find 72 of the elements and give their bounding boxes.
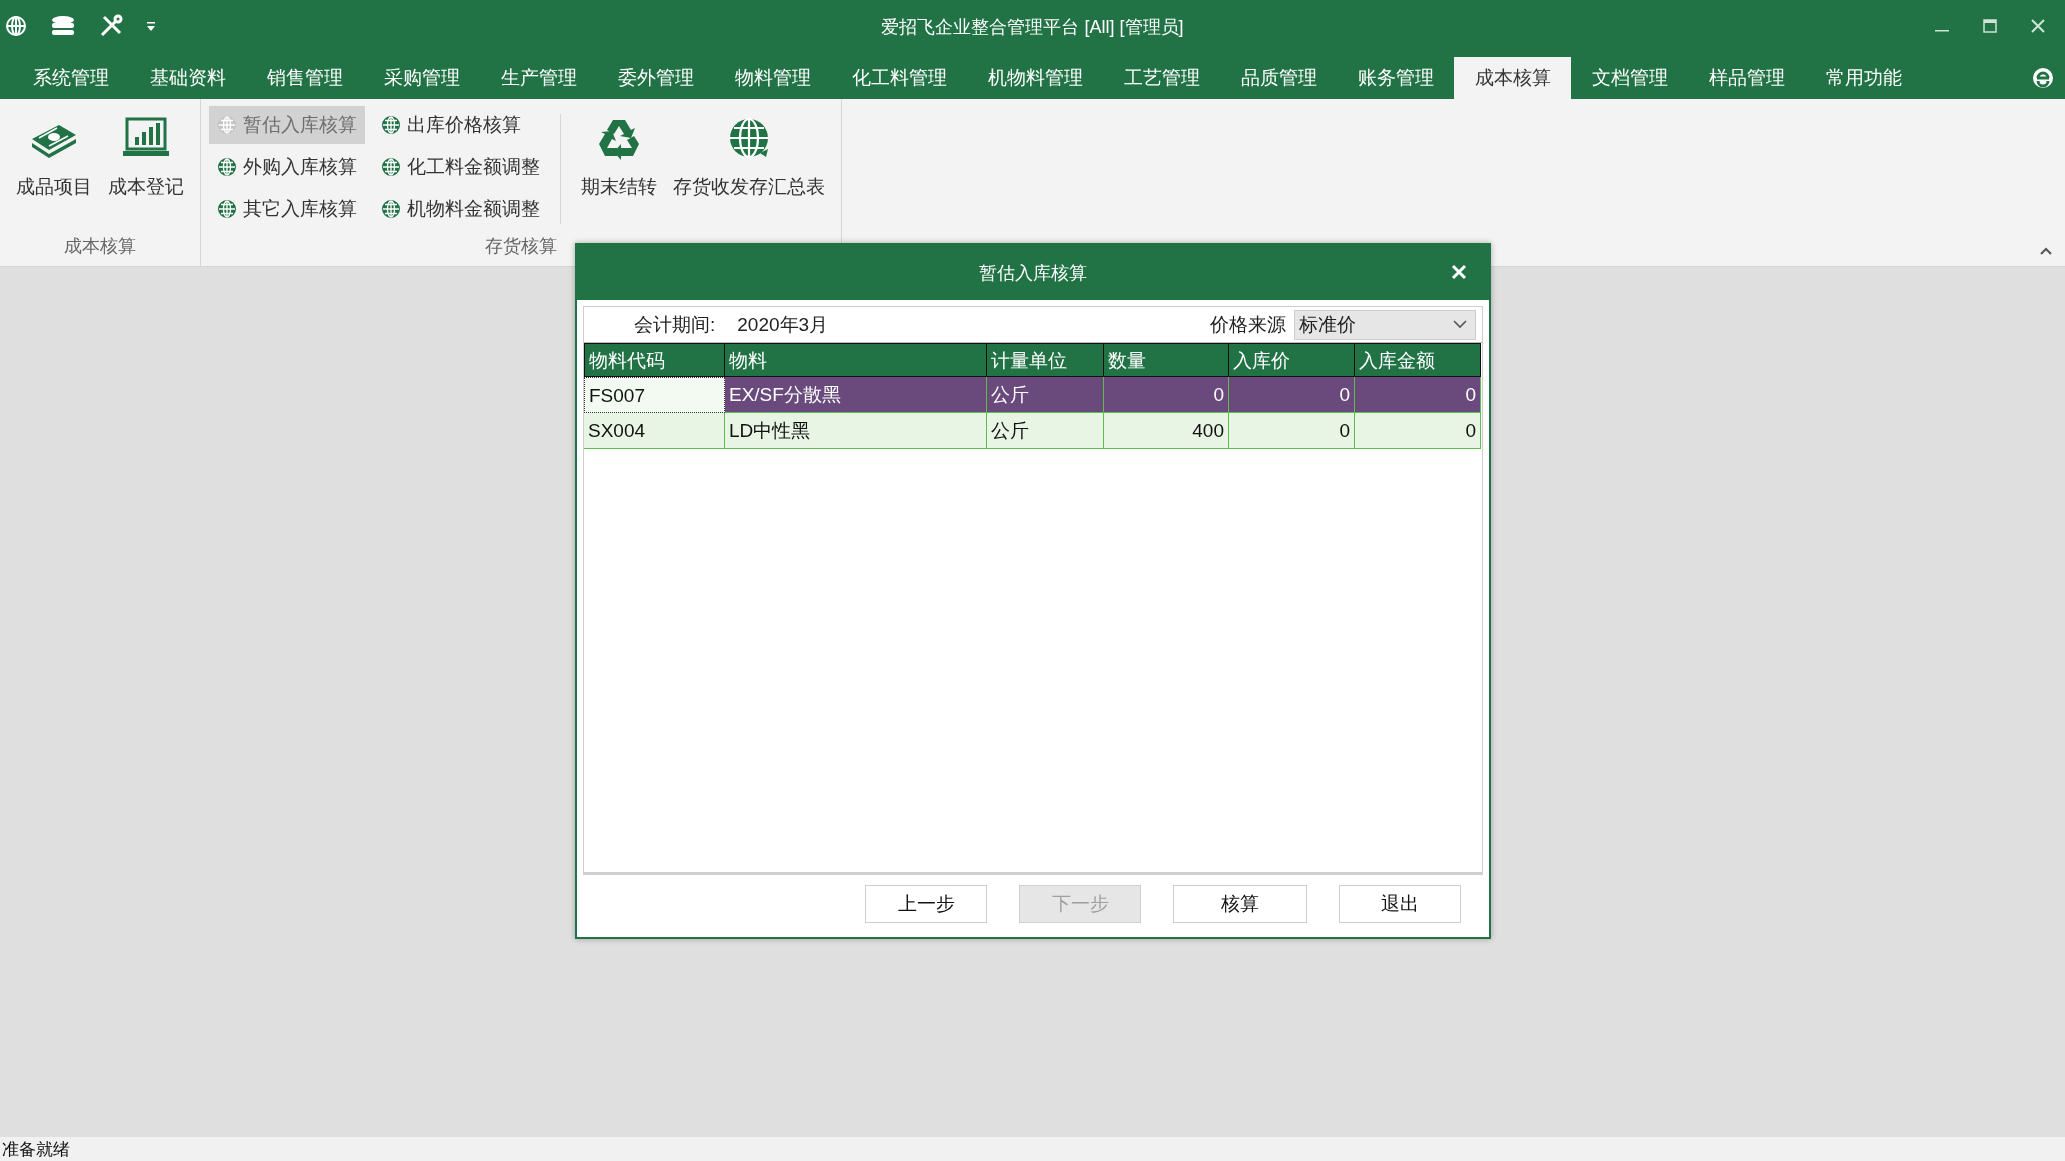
column-header[interactable]: 入库价 — [1229, 343, 1355, 377]
chevron-icon — [1453, 320, 1467, 329]
menu-tab[interactable]: 样品管理 — [1688, 57, 1805, 99]
dialog-title: 暂估入库核算 — [979, 261, 1087, 285]
ribbon-button[interactable]: 外购入库核算 — [209, 148, 365, 186]
database-icon[interactable] — [50, 15, 76, 37]
menu-tab[interactable]: 委外管理 — [597, 57, 714, 99]
group-label: 存货核算 — [484, 235, 558, 258]
window-title: 爱招飞企业整合管理平台 [All] [管理员] — [881, 16, 1184, 39]
menu-tab[interactable]: 物料管理 — [714, 57, 831, 99]
menu-tab[interactable]: 系统管理 — [12, 57, 129, 99]
column-header[interactable]: 物料 — [725, 343, 987, 377]
dropdown-icon[interactable] — [146, 20, 156, 32]
ribbon-button[interactable]: 期末结转 — [573, 104, 665, 200]
menu-tab[interactable]: 采购管理 — [363, 57, 480, 99]
ribbon-button[interactable]: 成本登记 — [100, 104, 192, 200]
table-cell: 0 — [1104, 377, 1229, 413]
globe-icon — [217, 199, 237, 219]
dialog-button[interactable]: 上一步 — [865, 885, 987, 923]
column-header[interactable]: 物料代码 — [584, 343, 725, 377]
globe-icon[interactable] — [4, 14, 28, 38]
menu-tab[interactable]: 品质管理 — [1220, 57, 1337, 99]
table-cell: 公斤 — [987, 377, 1104, 413]
table-cell: 0 — [1229, 413, 1355, 449]
group-label: 成本核算 — [63, 235, 137, 258]
globe-icon — [217, 157, 237, 177]
globe-icon — [217, 115, 237, 135]
period-value: 2020年3月 — [737, 312, 829, 337]
table-cell: FS007 — [584, 377, 725, 413]
chart-monitor-icon — [122, 117, 170, 159]
menu-tab[interactable]: 成本核算 — [1454, 57, 1571, 99]
menu-tab[interactable]: 文档管理 — [1571, 57, 1688, 99]
field-label: 价格来源 — [1210, 312, 1286, 337]
menu-tab[interactable]: 工艺管理 — [1103, 57, 1220, 99]
menu-tab[interactable]: 化工料管理 — [831, 57, 967, 99]
menu-tab[interactable]: 生产管理 — [480, 57, 597, 99]
menu-tab[interactable]: 销售管理 — [246, 57, 363, 99]
tools-icon[interactable] — [98, 13, 124, 39]
globe-icon — [381, 157, 401, 177]
table-cell: 0 — [1229, 377, 1355, 413]
price-source-dropdown[interactable]: 标准价 — [1294, 309, 1476, 340]
table-cell: 400 — [1104, 413, 1229, 449]
table-cell: 公斤 — [987, 413, 1104, 449]
ribbon-button[interactable]: 化工料金额调整 — [373, 148, 548, 186]
ribbon-button[interactable]: 存货收发存汇总表 — [665, 104, 833, 200]
menu-tab[interactable]: 机物料管理 — [967, 57, 1103, 99]
table-cell: SX004 — [584, 413, 725, 449]
globe-icon — [381, 115, 401, 135]
column-header[interactable]: 数量 — [1104, 343, 1229, 377]
ribbon-button[interactable]: 其它入库核算 — [209, 190, 365, 228]
table-row[interactable]: FS007 EX/SF分散黑 公斤 0 0 0 — [584, 377, 1482, 413]
column-header[interactable]: 入库金额 — [1355, 343, 1481, 377]
table-cell: 0 — [1355, 377, 1481, 413]
ribbon-button[interactable]: 出库价格核算 — [373, 106, 548, 144]
dialog-button[interactable]: 核算 — [1173, 885, 1307, 923]
status-text: 准备就绪 — [1, 1138, 70, 1161]
table-cell: LD中性黑 — [725, 413, 987, 449]
table-cell: 0 — [1355, 413, 1481, 449]
column-header[interactable]: 计量单位 — [987, 343, 1104, 377]
close-icon[interactable] — [2031, 19, 2045, 33]
globe-icon — [381, 199, 401, 219]
maximize-icon[interactable] — [1983, 19, 1997, 33]
table-cell: EX/SF分散黑 — [725, 377, 987, 413]
ribbon-button[interactable]: 成品项目 — [8, 104, 100, 200]
ribbon-button[interactable]: 机物料金额调整 — [373, 190, 548, 228]
field-label: 会计期间: — [634, 312, 716, 337]
menu-tab[interactable]: 账务管理 — [1337, 57, 1454, 99]
dialog-button[interactable]: 退出 — [1339, 885, 1461, 923]
collapse-icon[interactable] — [2039, 246, 2053, 256]
table-row[interactable]: SX004 LD中性黑 公斤 400 0 0 — [584, 413, 1482, 449]
menu-tab[interactable]: 基础资料 — [129, 57, 246, 99]
menu-tab[interactable]: 常用功能 — [1805, 57, 1922, 99]
